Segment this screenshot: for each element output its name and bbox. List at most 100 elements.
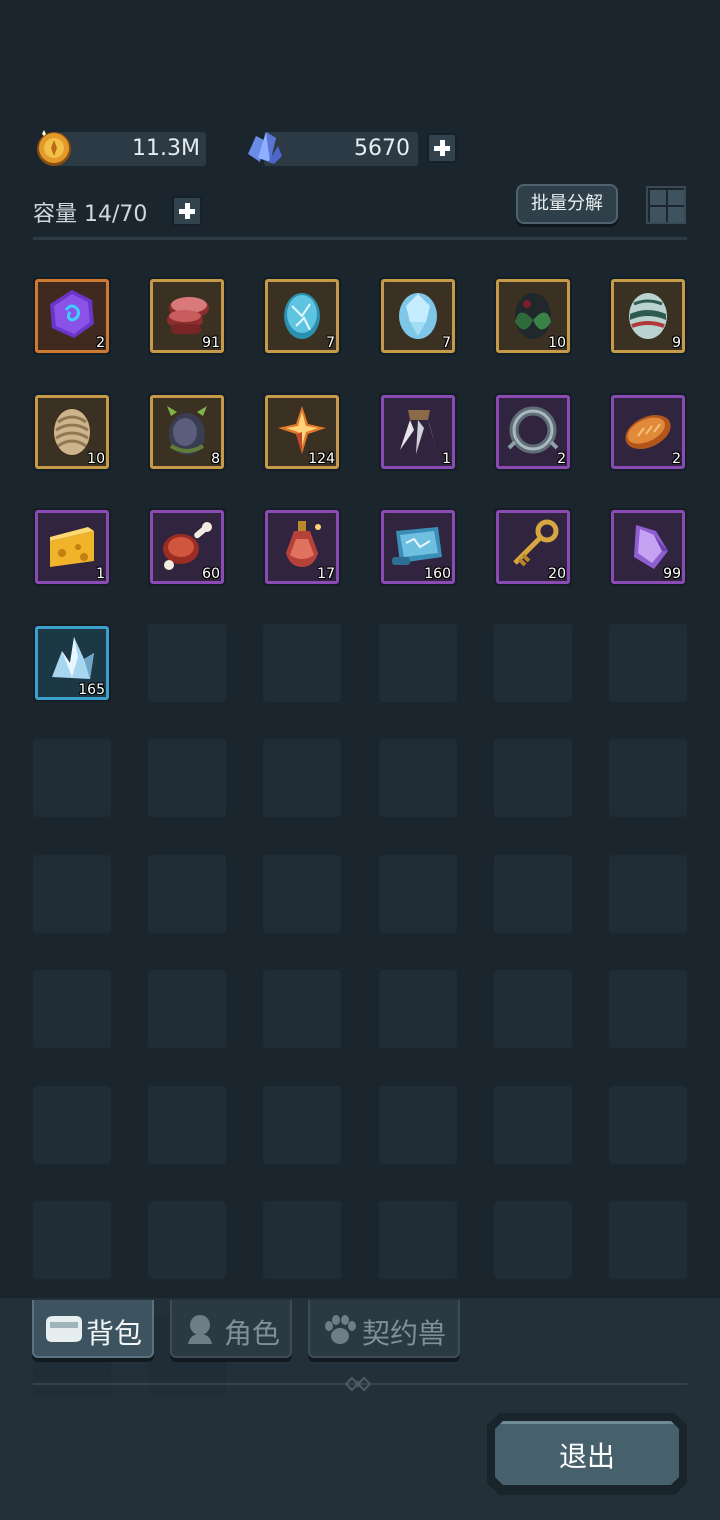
item-count: 9 [672,335,681,351]
inventory-slot[interactable]: 1 [379,393,457,471]
inventory-slot[interactable]: 160 [379,508,457,586]
tab-pets[interactable]: 契约兽 [308,1300,460,1358]
exit-button-label: 退出 [558,1440,615,1473]
inventory-slot[interactable]: 17 [263,508,341,586]
grid-view-icon [650,190,666,205]
expand-capacity-button[interactable] [172,196,202,226]
item-count: 7 [326,335,335,351]
inventory-slot[interactable]: 2 [33,277,111,355]
empty-slot[interactable] [379,624,457,702]
empty-slot[interactable] [263,739,341,817]
empty-slot[interactable] [379,855,457,933]
item-count: 2 [672,451,681,467]
empty-slot[interactable] [148,739,226,817]
inventory-slot[interactable]: 8 [148,393,226,471]
ice-egg-icon [399,293,437,339]
item-count: 2 [96,335,105,351]
empty-slot[interactable] [379,739,457,817]
tab-character[interactable]: 角色 [170,1300,292,1358]
empty-slot[interactable] [494,1086,572,1164]
add-gems-button[interactable] [427,133,457,163]
crystal-icon [248,132,282,164]
empty-slot[interactable] [148,1201,226,1279]
empty-slot[interactable] [148,970,226,1048]
empty-slot[interactable] [379,1086,457,1164]
character-icon [188,1315,212,1344]
bread-icon [625,415,671,449]
item-count: 160 [424,566,451,582]
claw-icon [400,410,436,454]
empty-slot[interactable] [148,1086,226,1164]
inventory-slot[interactable]: 99 [609,508,687,586]
tab-character-label: 角色 [224,1317,281,1350]
exit-button[interactable]: 退出 [487,1413,687,1495]
empty-slot[interactable] [148,624,226,702]
ice-crystal-icon [52,637,94,679]
scaled-egg-icon [54,409,90,455]
capacity-label: 容量 14/70 [33,202,148,227]
inventory-slot[interactable]: 7 [263,277,341,355]
inventory-slot[interactable]: 9 [609,277,687,355]
empty-slot[interactable] [148,855,226,933]
empty-slot[interactable] [609,1086,687,1164]
dark-leaf-egg-icon [515,293,551,339]
inventory-slot[interactable]: 7 [379,277,457,355]
empty-slot[interactable] [33,739,111,817]
inventory-slot[interactable]: 10 [33,393,111,471]
empty-slot[interactable] [379,1201,457,1279]
raw-meat-icon [167,297,209,334]
potion-icon [286,521,321,567]
empty-slot[interactable] [33,1201,111,1279]
empty-slot[interactable] [494,1201,572,1279]
item-count: 10 [87,451,105,467]
empty-slot[interactable] [263,970,341,1048]
blue-egg-icon [284,293,320,339]
map-scroll-icon [392,527,442,565]
empty-slot[interactable] [33,970,111,1048]
inventory-slot[interactable]: 124 [263,393,341,471]
cheese-icon [50,527,94,567]
inventory-slot[interactable]: 60 [148,508,226,586]
item-count: 2 [557,451,566,467]
inventory-slot[interactable]: 1 [33,508,111,586]
item-count: 91 [202,335,220,351]
empty-slot[interactable] [494,970,572,1048]
gem-value: 5670 [354,136,410,161]
meat-bone-icon [163,522,212,570]
item-count: 124 [308,451,335,467]
header-divider [33,237,687,240]
empty-slot[interactable] [33,855,111,933]
tab-backpack[interactable]: 背包 [32,1300,154,1358]
green-striped-egg-icon [629,293,667,339]
empty-slot[interactable] [263,855,341,933]
empty-slot[interactable] [494,855,572,933]
inventory-slot[interactable]: 2 [609,393,687,471]
inventory-slot[interactable]: 91 [148,277,226,355]
empty-slot[interactable] [263,1086,341,1164]
tab-backpack-label: 背包 [86,1317,143,1350]
item-count: 17 [317,566,335,582]
empty-slot[interactable] [494,624,572,702]
empty-slot[interactable] [263,1201,341,1279]
paw-icon [325,1315,356,1344]
empty-slot[interactable] [609,624,687,702]
item-count: 1 [96,566,105,582]
empty-slot[interactable] [609,970,687,1048]
tab-pets-label: 契约兽 [362,1317,447,1350]
empty-slot[interactable] [379,970,457,1048]
grid-view-toggle[interactable] [646,186,686,224]
empty-slot[interactable] [263,624,341,702]
inventory-slot[interactable]: 20 [494,508,572,586]
inventory-slot[interactable]: 10 [494,277,572,355]
empty-slot[interactable] [609,855,687,933]
backpack-icon [46,1316,82,1342]
empty-slot[interactable] [609,1201,687,1279]
inventory-slot[interactable]: 165 [33,624,111,702]
empty-slot[interactable] [609,739,687,817]
inventory-slot[interactable]: 2 [494,393,572,471]
item-count: 20 [548,566,566,582]
empty-slot[interactable] [33,1086,111,1164]
gold-value: 11.3M [132,136,200,161]
batch-decompose-button[interactable]: 批量分解 [516,184,618,224]
empty-slot[interactable] [494,739,572,817]
